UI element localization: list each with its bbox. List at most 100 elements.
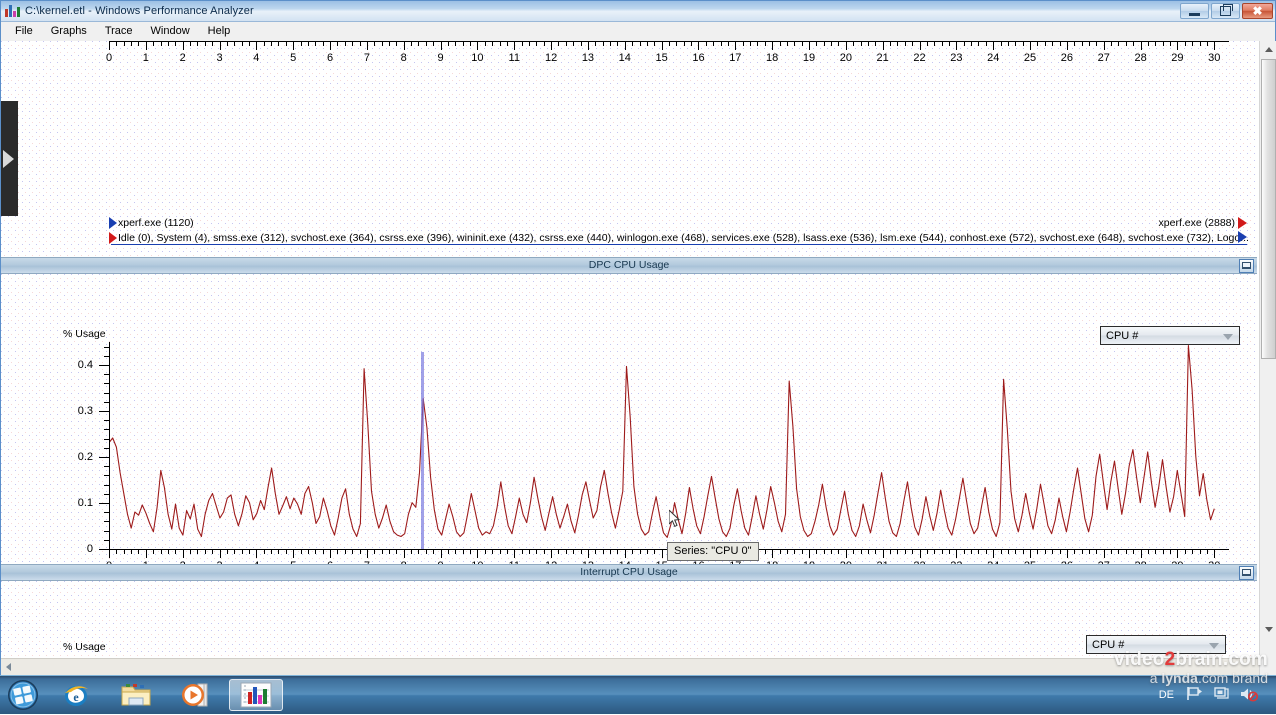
taskbar-item-media-player[interactable]: [169, 679, 223, 711]
ruler-tick-minor: [322, 549, 324, 554]
ruler-tick-minor: [241, 549, 243, 554]
ruler-tick-minor: [867, 549, 869, 554]
ruler-tick-minor: [867, 41, 869, 46]
ruler-tick-label: 24: [987, 52, 1000, 64]
panel-window-icon[interactable]: [1239, 259, 1254, 273]
network-icon[interactable]: [1213, 686, 1230, 704]
ruler-tick-major: [403, 41, 405, 50]
vertical-scroll-thumb[interactable]: [1261, 59, 1276, 359]
ruler-tick-minor: [1147, 549, 1149, 554]
ruler-tick-minor: [190, 549, 192, 554]
panel-window-icon[interactable]: [1239, 566, 1254, 580]
menu-item-trace[interactable]: Trace: [96, 23, 142, 40]
ruler-tick-minor: [352, 41, 354, 46]
menu-item-window[interactable]: Window: [142, 23, 199, 40]
close-icon: ✖: [1252, 4, 1263, 18]
ruler-tick-minor: [167, 41, 169, 46]
ruler-tick-label: 30: [1208, 52, 1221, 64]
window-title: C:\kernel.etl - Windows Performance Anal…: [25, 5, 254, 17]
ruler-tick-label: 27: [1097, 52, 1110, 64]
dpc-y-tick-label: 0.2: [77, 451, 93, 463]
ruler-tick-minor: [897, 41, 899, 46]
ruler-tick-minor: [374, 41, 376, 46]
marker-left-red-icon: [109, 231, 117, 244]
vertical-scrollbar[interactable]: [1259, 41, 1276, 675]
ruler-tick-minor: [602, 549, 604, 554]
dpc-y-tick-minor: [104, 346, 109, 348]
ruler-tick-major: [477, 549, 479, 558]
ruler-tick-major: [993, 41, 995, 50]
ruler-tick-minor: [116, 41, 118, 46]
close-button[interactable]: ✖: [1242, 3, 1273, 19]
ruler-tick-minor: [315, 549, 317, 554]
ruler-tick-minor: [904, 41, 906, 46]
menu-item-file[interactable]: File: [6, 23, 42, 40]
start-orb-icon[interactable]: [3, 678, 43, 712]
ruler-tick-minor: [160, 41, 162, 46]
process-row-top-right[interactable]: xperf.exe (2888): [1159, 216, 1247, 229]
mouse-cursor-icon: [668, 508, 681, 529]
dpc-panel-header[interactable]: DPC CPU Usage: [1, 257, 1257, 274]
ruler-tick-minor: [786, 549, 788, 554]
ruler-tick-major: [256, 41, 258, 50]
ruler-tick-minor: [1147, 41, 1149, 46]
ruler-tick-minor: [565, 41, 567, 46]
ruler-tick-minor: [1007, 549, 1009, 554]
ruler-tick-minor: [580, 41, 582, 46]
minimize-button[interactable]: [1180, 3, 1209, 19]
taskbar-item-internet-explorer[interactable]: e: [49, 679, 103, 711]
ruler-tick-label: 14: [618, 52, 631, 64]
volume-muted-icon[interactable]: [1240, 686, 1259, 705]
ruler-tick-minor: [669, 41, 670, 46]
ruler-tick-major: [477, 41, 479, 50]
ruler-tick-minor: [639, 549, 641, 554]
ruler-tick-minor: [492, 549, 494, 554]
dpc-y-tick-minor: [104, 512, 109, 514]
ruler-tick-major: [919, 41, 921, 50]
ruler-tick-minor: [676, 41, 678, 46]
process-time-ruler[interactable]: 0 1 2 3 4 5 6 7 8 9 10 11 12 13 14 15 16 17 18 19 20 21 22 23 24…: [106, 41, 1229, 75]
ruler-tick-minor: [757, 41, 759, 46]
ruler-tick-minor: [764, 549, 766, 554]
ruler-tick-minor: [1162, 549, 1164, 554]
horizontal-scrollbar[interactable]: [1, 658, 1259, 675]
menu-item-graphs[interactable]: Graphs: [42, 23, 96, 40]
ruler-tick-minor: [529, 549, 530, 554]
ruler-tick-minor: [300, 549, 302, 554]
ruler-tick-major: [1214, 549, 1216, 558]
ruler-tick-major: [403, 549, 405, 558]
ruler-tick-major: [845, 549, 847, 558]
menu-item-help[interactable]: Help: [199, 23, 240, 40]
dpc-y-tick-minor: [104, 392, 109, 394]
ruler-tick-minor: [344, 41, 346, 46]
ruler-tick-minor: [971, 549, 973, 554]
dpc-y-tick-minor: [104, 521, 109, 523]
marker-right-icon: [1238, 216, 1247, 229]
process-row-list[interactable]: Idle (0), System (4), smss.exe (312), sv…: [109, 231, 1249, 244]
dpc-y-tick-minor: [104, 355, 109, 357]
ruler-tick-minor: [433, 549, 435, 554]
tray-language[interactable]: DE: [1159, 689, 1174, 701]
ruler-tick-minor: [263, 41, 265, 46]
flag-icon[interactable]: [1186, 686, 1203, 704]
ruler-tick-minor: [241, 41, 243, 46]
interrupt-cpu-select[interactable]: CPU #: [1086, 635, 1226, 654]
taskbar-item-explorer[interactable]: [109, 679, 163, 711]
ruler-tick-minor: [1015, 549, 1017, 554]
left-flyout-tab[interactable]: [1, 101, 18, 216]
ruler-tick-minor: [985, 41, 987, 46]
ruler-tick-minor: [875, 41, 877, 46]
ruler-tick-minor: [742, 41, 744, 46]
restore-button[interactable]: [1211, 3, 1240, 19]
ruler-tick-label: 28: [1134, 52, 1147, 64]
ruler-tick-minor: [1096, 41, 1098, 46]
interrupt-panel-body: % Usage CPU #: [1, 581, 1257, 658]
ruler-tick-minor: [683, 41, 685, 46]
scroll-up-button[interactable]: [1260, 41, 1276, 58]
ruler-tick-minor: [543, 41, 545, 46]
interrupt-panel-header[interactable]: Interrupt CPU Usage: [1, 564, 1257, 581]
scroll-down-button[interactable]: [1260, 621, 1276, 638]
time-marker-line[interactable]: [421, 352, 424, 549]
process-row-top[interactable]: xperf.exe (1120): [109, 216, 1249, 229]
taskbar-item-performance-analyzer[interactable]: [229, 679, 283, 711]
